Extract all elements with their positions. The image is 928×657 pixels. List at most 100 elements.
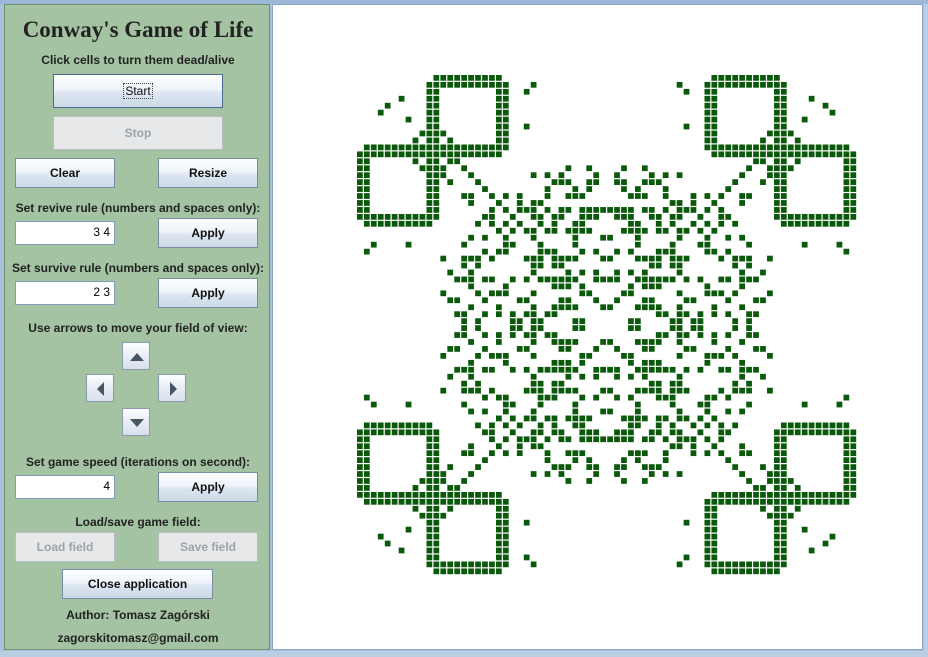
live-cell[interactable] [530,443,537,450]
live-cell[interactable] [836,151,843,158]
live-cell[interactable] [704,88,711,95]
live-cell[interactable] [482,492,488,498]
live-cell[interactable] [426,464,433,470]
live-cell[interactable] [614,207,620,213]
live-cell[interactable] [704,408,711,415]
live-cell[interactable] [475,387,481,394]
live-cell[interactable] [586,429,593,436]
live-cell[interactable] [454,144,461,151]
live-cell[interactable] [579,207,586,213]
live-cell[interactable] [787,165,794,172]
live-cell[interactable] [357,443,363,450]
live-cell[interactable] [655,179,662,185]
live-cell[interactable] [641,283,648,290]
live-cell[interactable] [586,214,593,220]
live-cell[interactable] [509,332,516,338]
live-cell[interactable] [482,311,488,318]
live-cell[interactable] [614,429,620,436]
live-cell[interactable] [551,394,558,401]
live-cell[interactable] [565,450,572,457]
live-cell[interactable] [502,116,509,123]
live-cell[interactable] [843,485,850,491]
live-cell[interactable] [537,262,544,269]
live-cell[interactable] [683,554,690,561]
live-cell[interactable] [551,227,558,234]
live-cell[interactable] [357,464,363,470]
live-cell[interactable] [843,394,850,401]
live-cell[interactable] [725,186,732,192]
live-cell[interactable] [614,464,620,470]
live-cell[interactable] [732,498,739,505]
live-cell[interactable] [829,109,836,116]
live-cell[interactable] [676,214,683,220]
live-cell[interactable] [648,387,655,394]
live-cell[interactable] [780,144,787,151]
live-cell[interactable] [363,478,370,484]
live-cell[interactable] [440,471,447,477]
live-cell[interactable] [391,214,398,220]
live-cell[interactable] [433,540,440,547]
live-cell[interactable] [808,151,815,158]
live-cell[interactable] [426,214,433,220]
live-cell[interactable] [746,568,752,575]
live-cell[interactable] [551,339,558,345]
live-cell[interactable] [836,220,843,227]
live-cell[interactable] [774,109,780,116]
live-cell[interactable] [780,200,787,206]
live-cell[interactable] [843,464,850,470]
live-cell[interactable] [468,234,474,241]
live-cell[interactable] [357,165,363,172]
live-cell[interactable] [718,220,725,227]
live-cell[interactable] [496,339,502,345]
live-cell[interactable] [774,137,780,144]
live-cell[interactable] [384,540,391,547]
live-cell[interactable] [760,373,766,380]
live-cell[interactable] [780,130,787,137]
live-cell[interactable] [447,505,454,512]
live-cell[interactable] [523,415,530,422]
live-cell[interactable] [774,95,780,102]
live-cell[interactable] [704,505,711,512]
live-cell[interactable] [648,276,655,283]
live-cell[interactable] [614,214,620,220]
live-cell[interactable] [648,262,655,269]
live-cell[interactable] [780,457,787,463]
live-cell[interactable] [363,186,370,192]
live-cell[interactable] [523,436,530,443]
live-cell[interactable] [496,109,502,116]
live-cell[interactable] [648,214,655,220]
live-cell[interactable] [544,436,551,443]
live-cell[interactable] [440,512,447,519]
live-cell[interactable] [468,561,474,568]
live-cell[interactable] [426,561,433,568]
live-cell[interactable] [370,151,377,158]
live-cell[interactable] [662,394,669,401]
live-cell[interactable] [655,332,662,338]
live-cell[interactable] [787,422,794,429]
live-cell[interactable] [461,311,467,318]
live-cell[interactable] [732,568,739,575]
live-cell[interactable] [502,436,509,443]
live-cell[interactable] [808,220,815,227]
live-cell[interactable] [502,401,509,408]
live-cell[interactable] [579,450,586,457]
live-cell[interactable] [648,436,655,443]
live-cell[interactable] [760,346,766,352]
live-cell[interactable] [753,276,759,283]
live-cell[interactable] [829,422,836,429]
live-cell[interactable] [447,568,454,575]
live-cell[interactable] [697,366,704,373]
live-cell[interactable] [496,137,502,144]
live-cell[interactable] [447,269,454,276]
live-cell[interactable] [558,283,565,290]
live-cell[interactable] [426,207,433,213]
live-cell[interactable] [767,151,773,158]
live-cell[interactable] [426,158,433,165]
live-cell[interactable] [614,346,620,352]
live-cell[interactable] [586,436,593,443]
live-cell[interactable] [787,214,794,220]
live-cell[interactable] [746,498,752,505]
live-cell[interactable] [433,130,440,137]
live-cell[interactable] [579,359,586,366]
live-cell[interactable] [850,151,857,158]
